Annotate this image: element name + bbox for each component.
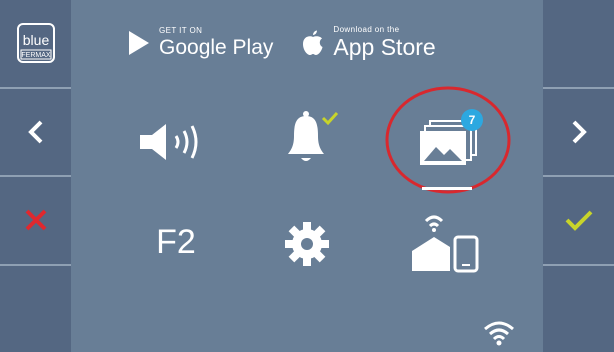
speaker-icon bbox=[140, 124, 198, 160]
google-play-icon bbox=[129, 30, 149, 55]
wifi-icon bbox=[484, 321, 514, 346]
close-icon bbox=[25, 209, 46, 231]
forward-button[interactable] bbox=[543, 88, 614, 177]
home-mobile-icon bbox=[412, 215, 479, 273]
back-button[interactable] bbox=[0, 88, 71, 177]
google-play-badge[interactable]: GET IT ON Google Play bbox=[127, 27, 273, 58]
empty-cell-left bbox=[0, 265, 71, 352]
apple-icon bbox=[303, 30, 323, 55]
app-store-badge[interactable]: Download on the App Store bbox=[301, 25, 436, 60]
svg-text:FERMAX: FERMAX bbox=[21, 52, 51, 59]
google-play-small: GET IT ON bbox=[159, 26, 203, 35]
bell-tile[interactable] bbox=[276, 100, 346, 170]
bell-icon bbox=[288, 111, 339, 161]
chevron-left-icon bbox=[27, 120, 42, 144]
home-mobile-tile[interactable] bbox=[406, 205, 486, 275]
empty-cell-right-top bbox=[543, 0, 614, 89]
checkmark-icon bbox=[565, 210, 592, 232]
brand-logo: blue FERMAX bbox=[16, 23, 55, 64]
speaker-tile[interactable] bbox=[136, 117, 216, 167]
logo-cell: blue FERMAX bbox=[0, 0, 71, 89]
app-store-label: App Store bbox=[333, 34, 436, 60]
gallery-tile[interactable]: 7 bbox=[383, 84, 513, 196]
cancel-button[interactable] bbox=[0, 177, 71, 266]
selection-underline bbox=[422, 187, 472, 190]
settings-tile[interactable] bbox=[279, 216, 335, 272]
main-panel: GET IT ON Google Play Download on the Ap… bbox=[71, 0, 543, 352]
store-badges: GET IT ON Google Play Download on the Ap… bbox=[127, 26, 436, 59]
google-play-label: Google Play bbox=[159, 36, 274, 59]
left-sidebar: blue FERMAX bbox=[0, 0, 71, 352]
f2-button[interactable]: F2 bbox=[146, 220, 206, 264]
wifi-status bbox=[481, 318, 517, 348]
empty-cell-right-bottom bbox=[543, 265, 614, 352]
app-store-small: Download on the bbox=[333, 25, 400, 34]
right-sidebar bbox=[543, 0, 614, 352]
settings-icon bbox=[285, 222, 329, 266]
svg-text:blue: blue bbox=[22, 32, 49, 48]
f2-label: F2 bbox=[156, 222, 196, 261]
gallery-count-badge: 7 bbox=[461, 109, 483, 131]
chevron-right-icon bbox=[572, 120, 587, 144]
confirm-button[interactable] bbox=[543, 177, 614, 266]
